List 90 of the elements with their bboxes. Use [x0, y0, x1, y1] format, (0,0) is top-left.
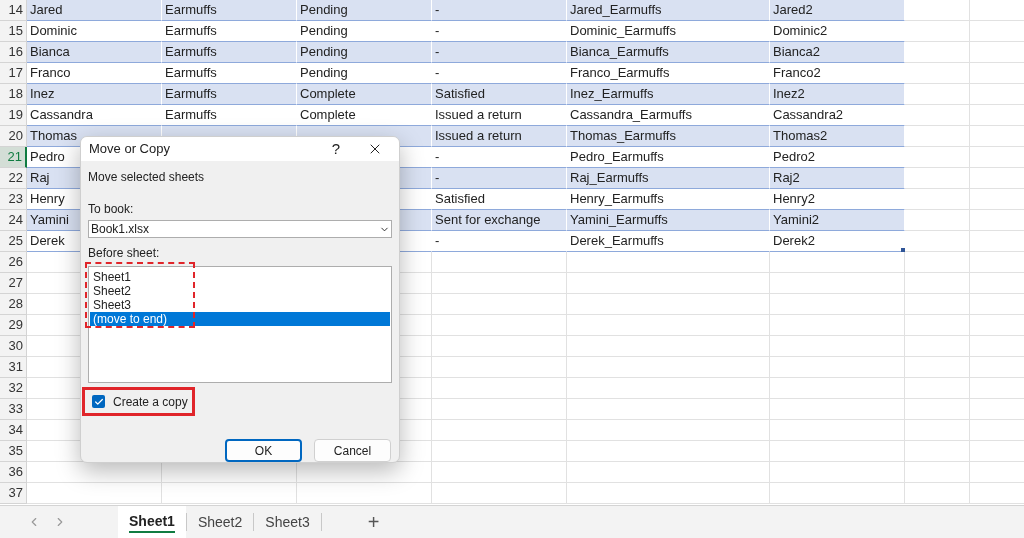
row-header[interactable]: 26	[0, 252, 27, 273]
table-cell: Bianca_Earmuffs	[567, 42, 770, 63]
row-header[interactable]: 32	[0, 378, 27, 399]
row-header[interactable]: 18	[0, 84, 27, 105]
row-header[interactable]: 33	[0, 399, 27, 420]
table-cell: Yamini2	[770, 210, 905, 231]
row-header[interactable]: 19	[0, 105, 27, 126]
grid-cell	[905, 42, 970, 63]
table-cell: Earmuffs	[162, 0, 297, 21]
table-cell: Yamini_Earmuffs	[567, 210, 770, 231]
add-sheet-button[interactable]: +	[359, 507, 388, 537]
grid-cell	[905, 294, 970, 315]
grid-cell	[905, 21, 970, 42]
grid-cell	[905, 315, 970, 336]
table-cell: -	[432, 42, 567, 63]
list-item[interactable]: Sheet3	[90, 298, 390, 312]
table-cell: -	[432, 168, 567, 189]
grid-cell	[905, 399, 970, 420]
list-item[interactable]: (move to end)	[90, 312, 390, 326]
grid-cell	[905, 84, 970, 105]
table-cell: Jared2	[770, 0, 905, 21]
grid-cell	[905, 189, 970, 210]
row-header[interactable]: 28	[0, 294, 27, 315]
row-header[interactable]: 17	[0, 63, 27, 84]
help-button[interactable]: ?	[321, 137, 351, 161]
row-header[interactable]: 24	[0, 210, 27, 231]
table-cell: Pending	[297, 42, 432, 63]
table-cell: Complete	[297, 84, 432, 105]
grid-cell	[905, 168, 970, 189]
dialog-button[interactable]: OK	[225, 439, 302, 462]
grid-cell	[905, 357, 970, 378]
row-header[interactable]: 25	[0, 231, 27, 252]
grid-cell	[905, 147, 970, 168]
grid-cell	[905, 63, 970, 84]
row-header[interactable]: 23	[0, 189, 27, 210]
table-cell: -	[432, 0, 567, 21]
table-cell: Inez_Earmuffs	[567, 84, 770, 105]
table-cell: Thomas2	[770, 126, 905, 147]
list-item[interactable]: Sheet2	[90, 284, 390, 298]
grid-cell	[905, 378, 970, 399]
table-cell: Pending	[297, 0, 432, 21]
fill-handle-icon[interactable]	[901, 248, 905, 252]
row-header[interactable]: 21	[0, 147, 27, 168]
row-header[interactable]: 31	[0, 357, 27, 378]
table-cell: Sent for exchange	[432, 210, 567, 231]
checkbox[interactable]	[92, 395, 105, 408]
row-header[interactable]: 29	[0, 315, 27, 336]
grid-cell	[905, 0, 970, 21]
grid-cell	[905, 105, 970, 126]
sheet-tab[interactable]: Sheet2	[186, 506, 254, 538]
row-header[interactable]: 30	[0, 336, 27, 357]
grid-cell	[905, 420, 970, 441]
book-dropdown[interactable]: Book1.xlsx	[88, 220, 392, 238]
dialog-button[interactable]: Cancel	[314, 439, 391, 462]
row-header[interactable]: 16	[0, 42, 27, 63]
table-cell: Inez	[27, 84, 162, 105]
list-item[interactable]: Sheet1	[90, 270, 390, 284]
table-cell: Inez2	[770, 84, 905, 105]
row-header[interactable]: 22	[0, 168, 27, 189]
grid-cell	[905, 336, 970, 357]
row-header[interactable]: 27	[0, 273, 27, 294]
table-cell: Raj_Earmuffs	[567, 168, 770, 189]
row-header[interactable]: 35	[0, 441, 27, 462]
grid-cell	[905, 462, 970, 483]
row-header[interactable]: 15	[0, 21, 27, 42]
checkbox-label[interactable]: Create a copy	[113, 392, 188, 411]
row-header[interactable]: 14	[0, 0, 27, 21]
sheet-tab[interactable]: Sheet3	[254, 506, 321, 538]
table-cell: Bianca	[27, 42, 162, 63]
row-header[interactable]: 20	[0, 126, 27, 147]
table-cell: Earmuffs	[162, 42, 297, 63]
table-cell: Jared_Earmuffs	[567, 0, 770, 21]
table-cell: Issued a return	[432, 126, 567, 147]
grid-cell	[905, 126, 970, 147]
grid-cell	[905, 252, 970, 273]
grid-cell	[905, 441, 970, 462]
grid-cell	[905, 273, 970, 294]
grid-cell	[905, 210, 970, 231]
table-cell: Satisfied	[432, 84, 567, 105]
table-cell: Bianca2	[770, 42, 905, 63]
table-cell: Jared	[27, 0, 162, 21]
check-icon	[93, 396, 104, 407]
table-cell: Earmuffs	[162, 84, 297, 105]
table-cell: Thomas_Earmuffs	[567, 126, 770, 147]
row-header[interactable]: 34	[0, 420, 27, 441]
row-header[interactable]: 36	[0, 462, 27, 483]
table-cell: Raj2	[770, 168, 905, 189]
sheet-tab[interactable]: Sheet1	[118, 506, 186, 538]
grid-cell	[905, 231, 970, 252]
row-header[interactable]: 37	[0, 483, 27, 504]
